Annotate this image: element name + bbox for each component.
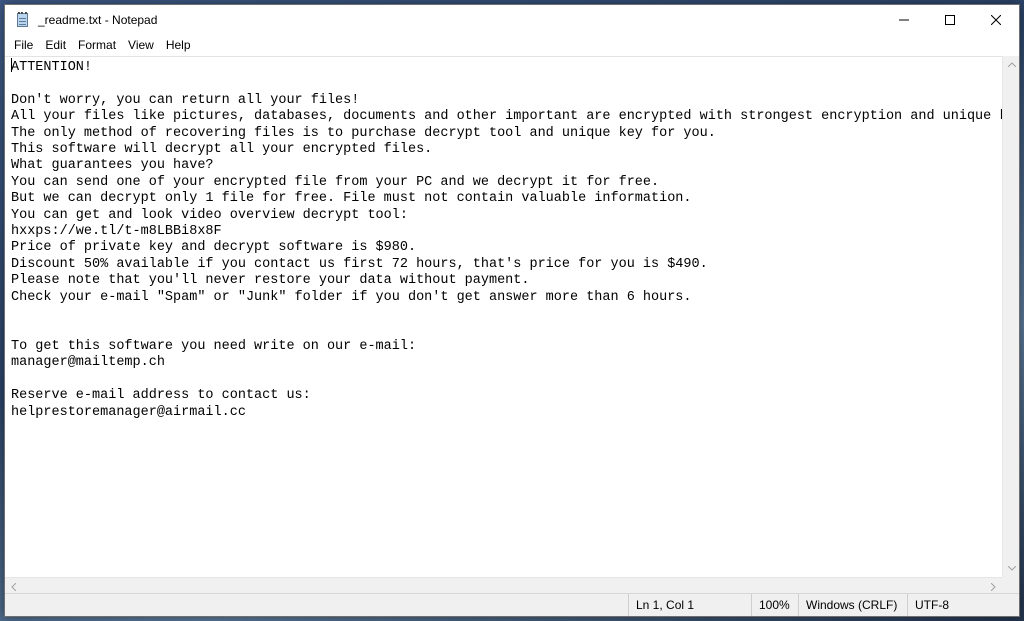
maximize-button[interactable]: [927, 5, 973, 35]
menu-help[interactable]: Help: [160, 36, 197, 54]
horizontal-scrollbar[interactable]: [5, 577, 1002, 594]
menu-file[interactable]: File: [8, 36, 39, 54]
text-line: Discount 50% available if you contact us…: [11, 256, 708, 272]
text-line: This software will decrypt all your encr…: [11, 142, 433, 158]
minimize-icon: [899, 19, 909, 21]
title-bar[interactable]: _readme.txt - Notepad: [5, 5, 1019, 35]
scroll-down-button[interactable]: [1003, 560, 1020, 577]
notepad-window: _readme.txt - Notepad File Edit Format V…: [4, 4, 1020, 617]
text-line: Don't worry, you can return all your fil…: [11, 92, 360, 108]
text-line: The only method of recovering files is t…: [11, 125, 716, 141]
window-title: _readme.txt - Notepad: [38, 13, 158, 27]
text-line: To get this software you need write on o…: [11, 338, 417, 354]
chevron-up-icon: [1007, 62, 1016, 67]
text-line: manager@mailtemp.ch: [11, 355, 165, 371]
text-editor[interactable]: ATTENTION! Don't worry, you can return a…: [5, 56, 1002, 577]
notepad-icon[interactable]: [15, 12, 31, 28]
menu-view[interactable]: View: [122, 36, 160, 54]
status-line-ending: Windows (CRLF): [798, 594, 907, 616]
menu-bar: File Edit Format View Help: [5, 35, 1019, 55]
chevron-down-icon: [1007, 566, 1016, 571]
text-line: ATTENTION!: [11, 60, 93, 75]
minimize-button[interactable]: [881, 5, 927, 35]
text-line: helprestoremanager@airmail.cc: [11, 404, 246, 420]
text-line: What guarantees you have?: [11, 158, 214, 174]
maximize-icon: [945, 15, 955, 25]
text-line: You can send one of your encrypted file …: [11, 174, 660, 190]
chevron-left-icon: [11, 582, 16, 591]
status-zoom: 100%: [751, 594, 798, 616]
status-encoding: UTF-8: [907, 594, 1019, 616]
close-button[interactable]: [973, 5, 1019, 35]
chevron-right-icon: [991, 582, 996, 591]
status-bar: Ln 1, Col 1 100% Windows (CRLF) UTF-8: [5, 593, 1019, 616]
menu-format[interactable]: Format: [72, 36, 122, 54]
scroll-up-button[interactable]: [1003, 56, 1020, 73]
text-line: Price of private key and decrypt softwar…: [11, 240, 417, 256]
scrollbar-corner: [1002, 577, 1019, 594]
menu-edit[interactable]: Edit: [39, 36, 72, 54]
text-line: Check your e-mail "Spam" or "Junk" folde…: [11, 289, 692, 305]
document-text[interactable]: ATTENTION! Don't worry, you can return a…: [5, 57, 1002, 422]
status-cursor-position: Ln 1, Col 1: [628, 594, 751, 616]
text-line: But we can decrypt only 1 file for free.…: [11, 191, 692, 207]
close-icon: [991, 15, 1001, 25]
text-line: Reserve e-mail address to contact us:: [11, 388, 311, 404]
vertical-scrollbar[interactable]: [1002, 56, 1019, 577]
text-line: All your files like pictures, databases,…: [11, 109, 1002, 125]
text-line: Please note that you'll never restore yo…: [11, 273, 530, 289]
text-line: You can get and look video overview decr…: [11, 207, 408, 223]
text-line: hxxps://we.tl/t-m8LBBi8x8F: [11, 224, 222, 240]
